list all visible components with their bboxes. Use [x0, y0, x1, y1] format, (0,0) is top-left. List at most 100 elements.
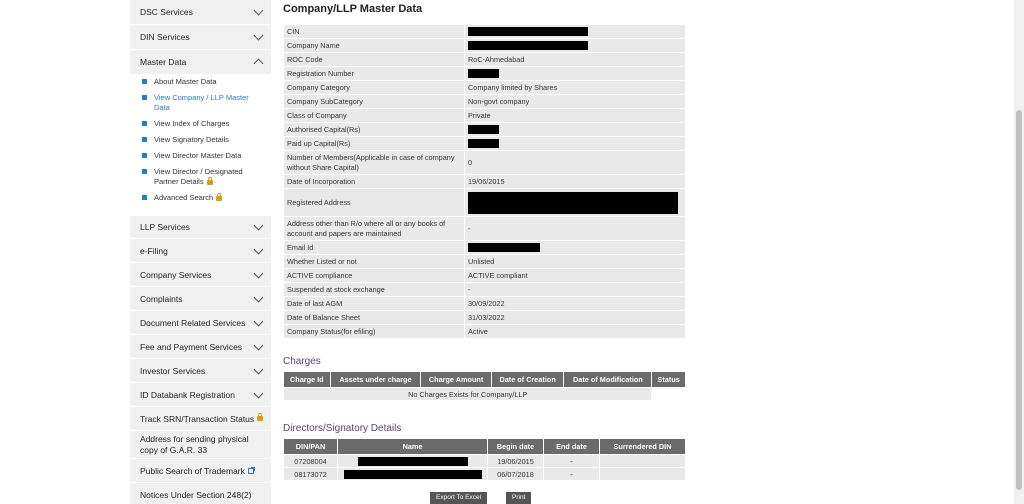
- chevron-down-icon: [253, 244, 264, 254]
- row-label: CIN: [283, 24, 465, 39]
- scrollbar[interactable]: [1014, 0, 1024, 504]
- empty-cell: [651, 387, 686, 401]
- table-row: Company Status(for efiling) Active: [283, 324, 686, 339]
- director-name: [337, 454, 488, 468]
- menu-dsc-services[interactable]: DSC Services: [130, 0, 271, 25]
- column-header: Name: [337, 438, 488, 455]
- din-link[interactable]: 08173072: [283, 467, 338, 481]
- row-label: Registration Number: [283, 66, 465, 81]
- table-row: Paid up Capital(Rs): [283, 136, 686, 151]
- redacted-value: [357, 456, 468, 466]
- menu-label: ID Databank Registration: [140, 389, 235, 400]
- begin-date: 19/06/2015: [487, 454, 544, 468]
- chevron-up-icon: [253, 58, 264, 69]
- row-label: Number of Members(Applicable in case of …: [283, 150, 465, 175]
- menu-label: DSC Services: [140, 7, 193, 17]
- menu-label: Investor Services: [140, 365, 206, 376]
- bullet-icon: [142, 121, 147, 126]
- redacted-value: [468, 27, 588, 37]
- menu-label: Notices Under Section 248(2): [140, 489, 252, 500]
- lock-icon: [216, 192, 223, 201]
- row-value: Company limited by Shares: [464, 80, 686, 95]
- page-title: Company/LLP Master Data: [283, 3, 423, 15]
- begin-date: 06/07/2018: [487, 467, 544, 481]
- row-value: ACTIVE compliant: [464, 268, 686, 283]
- submenu-view-company-master-data[interactable]: View Company / LLP Master Data: [140, 93, 271, 113]
- table-row: Number of Members(Applicable in case of …: [283, 150, 686, 175]
- row-label: Date of Balance Sheet: [283, 310, 465, 325]
- charges-title: Charges: [283, 356, 321, 367]
- row-label: Date of Incorporation: [283, 174, 465, 189]
- table-row: Company Category Company limited by Shar…: [283, 80, 686, 95]
- column-header: Charge Id: [283, 371, 331, 388]
- row-value: [464, 136, 686, 151]
- chevron-down-icon: [253, 340, 264, 350]
- lock-icon: [257, 413, 264, 421]
- table-row: ROC Code RoC-Ahmedabad: [283, 52, 686, 67]
- export-to-excel-button[interactable]: Export To Excel: [430, 492, 488, 504]
- bullet-icon: [142, 195, 147, 200]
- menu-fee-payment-services[interactable]: Fee and Payment Services: [130, 335, 271, 359]
- menu-label: Company Services: [140, 269, 212, 280]
- row-label: Suspended at stock exchange: [283, 282, 465, 297]
- menu-label: Track SRN/Transaction Status: [140, 413, 255, 424]
- column-header: Date of Modification: [563, 371, 653, 388]
- submenu-view-index-of-charges[interactable]: View Index of Charges: [140, 119, 271, 129]
- menu-label: Complaints: [140, 293, 183, 304]
- menu-investor-services[interactable]: Investor Services: [130, 359, 271, 383]
- din-link[interactable]: 07208004: [283, 454, 338, 468]
- table-row: CIN: [283, 24, 686, 39]
- submenu-advanced-search[interactable]: Advanced Search: [140, 192, 271, 203]
- submenu-view-director-master-data[interactable]: View Director Master Data: [140, 151, 271, 161]
- column-header: Surrendered DIN: [599, 438, 686, 455]
- column-header: DIN/PAN: [283, 438, 338, 455]
- row-label: Authorised Capital(Rs): [283, 122, 465, 137]
- row-value: Unlisted: [464, 254, 686, 269]
- chevron-down-icon: [253, 388, 264, 398]
- submenu-view-director-partner-details[interactable]: View Director / Designated Partner Detai…: [140, 167, 271, 187]
- menu-public-search-trademark[interactable]: Public Search of Trademark: [130, 459, 271, 483]
- row-value: 31/03/2022: [464, 310, 686, 325]
- row-value: [464, 38, 686, 53]
- table-row: 08173072 06/07/2018 -: [283, 467, 686, 481]
- row-label: Company SubCategory: [283, 94, 465, 109]
- menu-id-databank-registration[interactable]: ID Databank Registration: [130, 383, 271, 407]
- row-value: 19/06/2015: [464, 174, 686, 189]
- table-header-row: Charge Id Assets under charge Charge Amo…: [283, 371, 686, 388]
- submenu-label: Advanced Search: [154, 193, 214, 202]
- table-row: 07208004 19/06/2015 -: [283, 454, 686, 468]
- chevron-down-icon: [253, 220, 264, 231]
- table-row: Authorised Capital(Rs): [283, 122, 686, 137]
- row-label: Whether Listed or not: [283, 254, 465, 269]
- menu-complaints[interactable]: Complaints: [130, 287, 271, 311]
- table-header-row: DIN/PAN Name Begin date End date Surrend…: [283, 438, 686, 455]
- end-date: -: [543, 454, 600, 468]
- scrollbar-thumb[interactable]: [1016, 110, 1022, 490]
- menu-document-related-services[interactable]: Document Related Services: [130, 311, 271, 335]
- table-row: Suspended at stock exchange -: [283, 282, 686, 297]
- surrendered-din: [599, 454, 686, 468]
- menu-company-services[interactable]: Company Services: [130, 263, 271, 287]
- submenu-view-signatory-details[interactable]: View Signatory Details: [140, 135, 271, 145]
- menu-track-srn[interactable]: Track SRN/Transaction Status: [130, 407, 271, 431]
- external-link-icon: [247, 466, 255, 474]
- column-header: End date: [543, 438, 600, 455]
- menu-llp-services[interactable]: LLP Services: [130, 215, 271, 239]
- bullet-icon: [142, 95, 147, 100]
- lock-icon: [206, 176, 213, 185]
- redacted-value: [468, 69, 499, 79]
- submenu-about-master-data[interactable]: About Master Data: [140, 77, 271, 87]
- menu-address-gar33[interactable]: Address for sending physical copy of G.A…: [130, 431, 271, 459]
- director-name: [337, 467, 488, 481]
- row-label: Company Category: [283, 80, 465, 95]
- menu-notices-section-248[interactable]: Notices Under Section 248(2): [130, 483, 271, 504]
- menu-e-filing[interactable]: e-Filing: [130, 239, 271, 263]
- menu-master-data[interactable]: Master Data: [130, 50, 271, 74]
- table-row: Class of Company Private: [283, 108, 686, 123]
- row-value: [464, 240, 686, 255]
- row-label: Company Name: [283, 38, 465, 53]
- print-button[interactable]: Print: [506, 492, 532, 504]
- menu-din-services[interactable]: DIN Services: [130, 25, 271, 50]
- menu-label: DIN Services: [140, 32, 190, 42]
- charges-table: Charge Id Assets under charge Charge Amo…: [282, 371, 686, 401]
